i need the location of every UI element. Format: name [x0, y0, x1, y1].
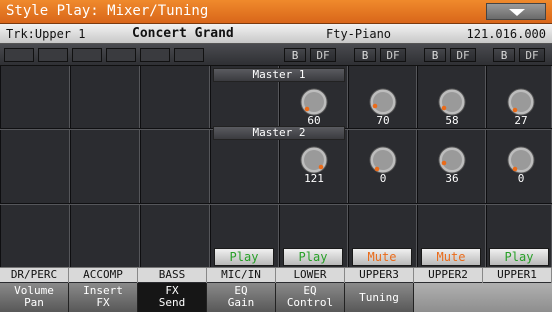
channel-label: MIC/IN	[207, 268, 276, 283]
df-button[interactable]: DF	[380, 48, 406, 62]
send1-value: 60	[307, 114, 321, 127]
tab-label: Send	[158, 296, 186, 309]
b-button[interactable]: B	[284, 48, 306, 62]
send2-value: 0	[379, 172, 387, 185]
divider	[0, 203, 210, 205]
b-button[interactable]: B	[493, 48, 515, 62]
master1-label: Master 1	[213, 68, 345, 82]
sound-name: Concert Grand	[132, 26, 234, 41]
header-slot	[106, 48, 136, 62]
mute-button-upper3[interactable]: Mute	[352, 248, 412, 266]
tab-label: Gain	[227, 296, 255, 309]
send2-value: 121	[304, 172, 324, 185]
track-name: Trk:Upper 1	[6, 27, 86, 41]
channel-labels: DR/PERC ACCOMP BASS MIC/IN LOWER UPPER3 …	[0, 267, 552, 283]
header-slot	[38, 48, 68, 62]
send1-value: 58	[445, 114, 459, 127]
channel-label: ACCOMP	[69, 268, 138, 283]
channel-label: DR/PERC	[0, 268, 69, 283]
send1-value: 27	[514, 114, 528, 127]
tab-bar: Volume Pan Insert FX FX Send EQ Gain EQ …	[0, 283, 552, 312]
play-button-upper1[interactable]: Play	[489, 248, 549, 266]
tab-tuning[interactable]: Tuning	[345, 283, 414, 312]
tab-insert-fx[interactable]: Insert FX	[69, 283, 138, 312]
channel-strip-accomp	[70, 66, 140, 272]
title-bar: Style Play: Mixer/Tuning	[0, 0, 552, 24]
program-number: 121.016.000	[466, 27, 546, 41]
mixer-panel: B DF B DF B DF B DF Master 1 Master 2 60…	[0, 44, 552, 285]
tab-empty	[414, 283, 552, 312]
tab-label: FX	[96, 296, 110, 309]
tab-label: Control	[286, 296, 334, 309]
sound-bank: Fty-Piano	[326, 27, 392, 41]
channel-label: UPPER3	[345, 268, 414, 283]
channel-strip-mic-in	[210, 66, 279, 272]
channel-header-row: B DF B DF B DF B DF	[0, 44, 552, 66]
channel-strip-dr-perc	[0, 66, 70, 272]
channel-label: UPPER1	[483, 268, 552, 283]
header-slot	[4, 48, 34, 62]
track-info-bar[interactable]: Trk:Upper 1 Concert Grand Fty-Piano 121.…	[0, 24, 552, 44]
header-slot	[174, 48, 204, 62]
b-button[interactable]: B	[424, 48, 446, 62]
play-button-lower[interactable]: Play	[283, 248, 343, 266]
channel-strip-bass	[140, 66, 210, 272]
divider	[0, 128, 210, 130]
send2-value: 36	[445, 172, 459, 185]
tab-eq-gain[interactable]: EQ Gain	[207, 283, 276, 312]
header-slot	[72, 48, 102, 62]
mute-button-upper2[interactable]: Mute	[421, 248, 481, 266]
header-slot	[140, 48, 170, 62]
chevron-down-icon	[509, 9, 525, 16]
page-menu-button[interactable]	[486, 3, 546, 20]
df-button[interactable]: DF	[519, 48, 545, 62]
tab-label: Pan	[24, 296, 44, 309]
channel-label: LOWER	[276, 268, 345, 283]
channel-label: BASS	[138, 268, 207, 283]
send1-value: 70	[376, 114, 390, 127]
tab-eq-control[interactable]: EQ Control	[276, 283, 345, 312]
divider	[210, 203, 552, 205]
channel-label: UPPER2	[414, 268, 483, 283]
play-button-mic-in[interactable]: Play	[214, 248, 274, 266]
df-button[interactable]: DF	[450, 48, 476, 62]
master2-label: Master 2	[213, 126, 345, 140]
tab-fx-send[interactable]: FX Send	[138, 283, 207, 312]
page-title: Style Play: Mixer/Tuning	[6, 3, 209, 19]
b-button[interactable]: B	[354, 48, 376, 62]
df-button[interactable]: DF	[310, 48, 336, 62]
tab-volume-pan[interactable]: Volume Pan	[0, 283, 69, 312]
send2-value: 0	[517, 172, 525, 185]
tab-label: Tuning	[359, 291, 399, 304]
